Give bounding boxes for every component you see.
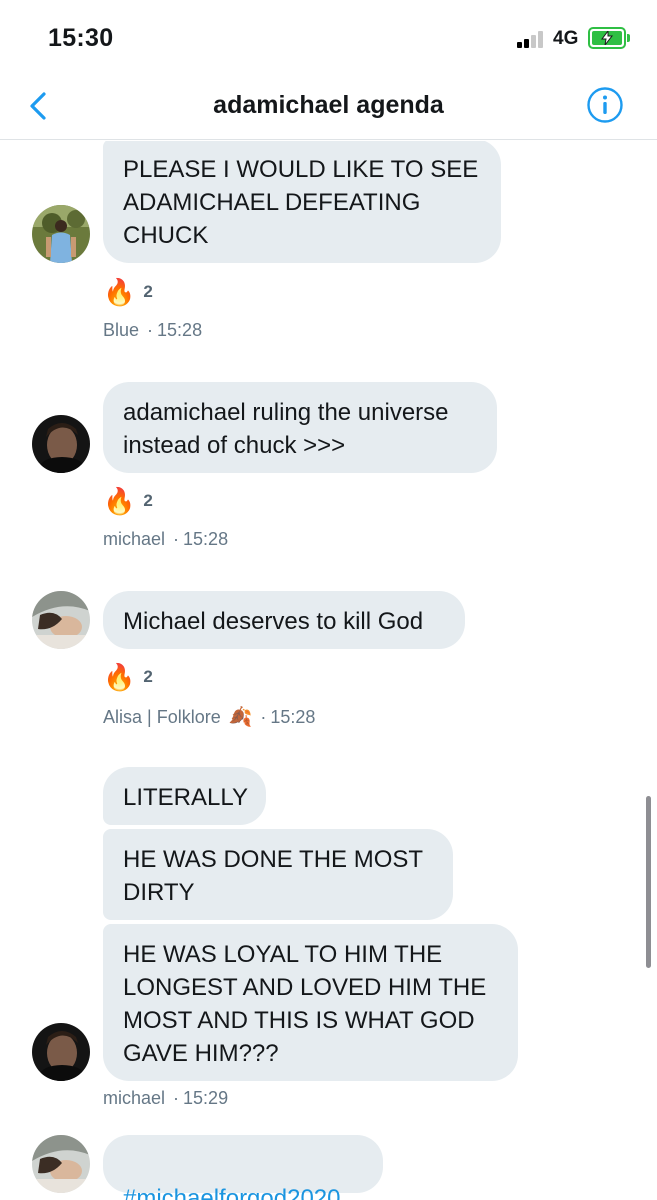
battery-charging-icon (588, 27, 626, 49)
hashtag-link[interactable]: #michaelforgod2020 (123, 1185, 341, 1200)
separator-dot: · (173, 529, 180, 549)
avatar[interactable] (32, 205, 90, 263)
message-meta: Alisa | Folklore 🍂 · 15:28 (103, 705, 315, 729)
avatar[interactable] (32, 591, 90, 649)
fire-icon: 🔥 (103, 662, 136, 692)
fire-icon: 🔥 (103, 277, 136, 307)
reaction-count: 2 (143, 667, 153, 686)
avatar[interactable] (32, 415, 90, 473)
reaction-badge[interactable]: 🔥 2 (103, 486, 153, 516)
info-button[interactable] (586, 86, 624, 124)
reaction-count: 2 (143, 282, 153, 301)
message-meta: Blue · 15:28 (103, 320, 202, 341)
message-bubble[interactable]: Michael deserves to kill God (103, 591, 465, 649)
message-bubble[interactable]: LITERALLY (103, 767, 266, 825)
message-thread[interactable]: PLEASE I WOULD LIKE TO SEE ADAMICHAEL DE… (0, 141, 657, 1200)
fire-icon: 🔥 (103, 486, 136, 516)
fallen-leaf-icon: 🍂 (228, 707, 253, 728)
separator-dot: · (260, 706, 267, 727)
status-time: 15:30 (48, 24, 114, 52)
sender-name: Alisa | Folklore (103, 706, 221, 727)
separator-dot: · (147, 320, 154, 340)
message-time: 15:28 (270, 706, 316, 727)
reaction-badge[interactable]: 🔥 2 (103, 277, 153, 307)
message-meta: michael · 15:28 (103, 529, 228, 550)
message-bubble[interactable]: #michaelforgod2020 (103, 1135, 383, 1200)
battery-nub (627, 34, 630, 42)
info-icon (587, 87, 623, 123)
separator-dot: · (173, 1088, 180, 1108)
message-bubble[interactable]: PLEASE I WOULD LIKE TO SEE ADAMICHAEL DE… (103, 141, 501, 263)
scrollbar[interactable] (646, 796, 651, 968)
reaction-badge[interactable]: 🔥 2 (103, 662, 153, 692)
sender-name: michael (103, 1088, 166, 1108)
message-time: 15:28 (157, 320, 203, 340)
message-bubble[interactable]: HE WAS LOYAL TO HIM THE LONGEST AND LOVE… (103, 924, 518, 1081)
conversation-title: adamichael agenda (213, 91, 444, 119)
reaction-count: 2 (143, 491, 153, 510)
avatar[interactable] (32, 1135, 90, 1193)
sender-name: michael (103, 529, 166, 549)
message-bubble[interactable]: adamichael ruling the universe instead o… (103, 382, 497, 473)
signal-strength-icon (517, 30, 549, 48)
network-type: 4G (553, 28, 579, 49)
status-bar: 15:30 4G (0, 0, 657, 78)
message-time: 15:29 (183, 1088, 229, 1108)
conversation-header: adamichael agenda (0, 78, 657, 140)
sender-name: Blue (103, 320, 140, 340)
message-time: 15:28 (183, 529, 229, 549)
message-meta: michael · 15:29 (103, 1088, 228, 1109)
avatar[interactable] (32, 1023, 90, 1081)
message-bubble[interactable]: HE WAS DONE THE MOST DIRTY (103, 829, 453, 920)
